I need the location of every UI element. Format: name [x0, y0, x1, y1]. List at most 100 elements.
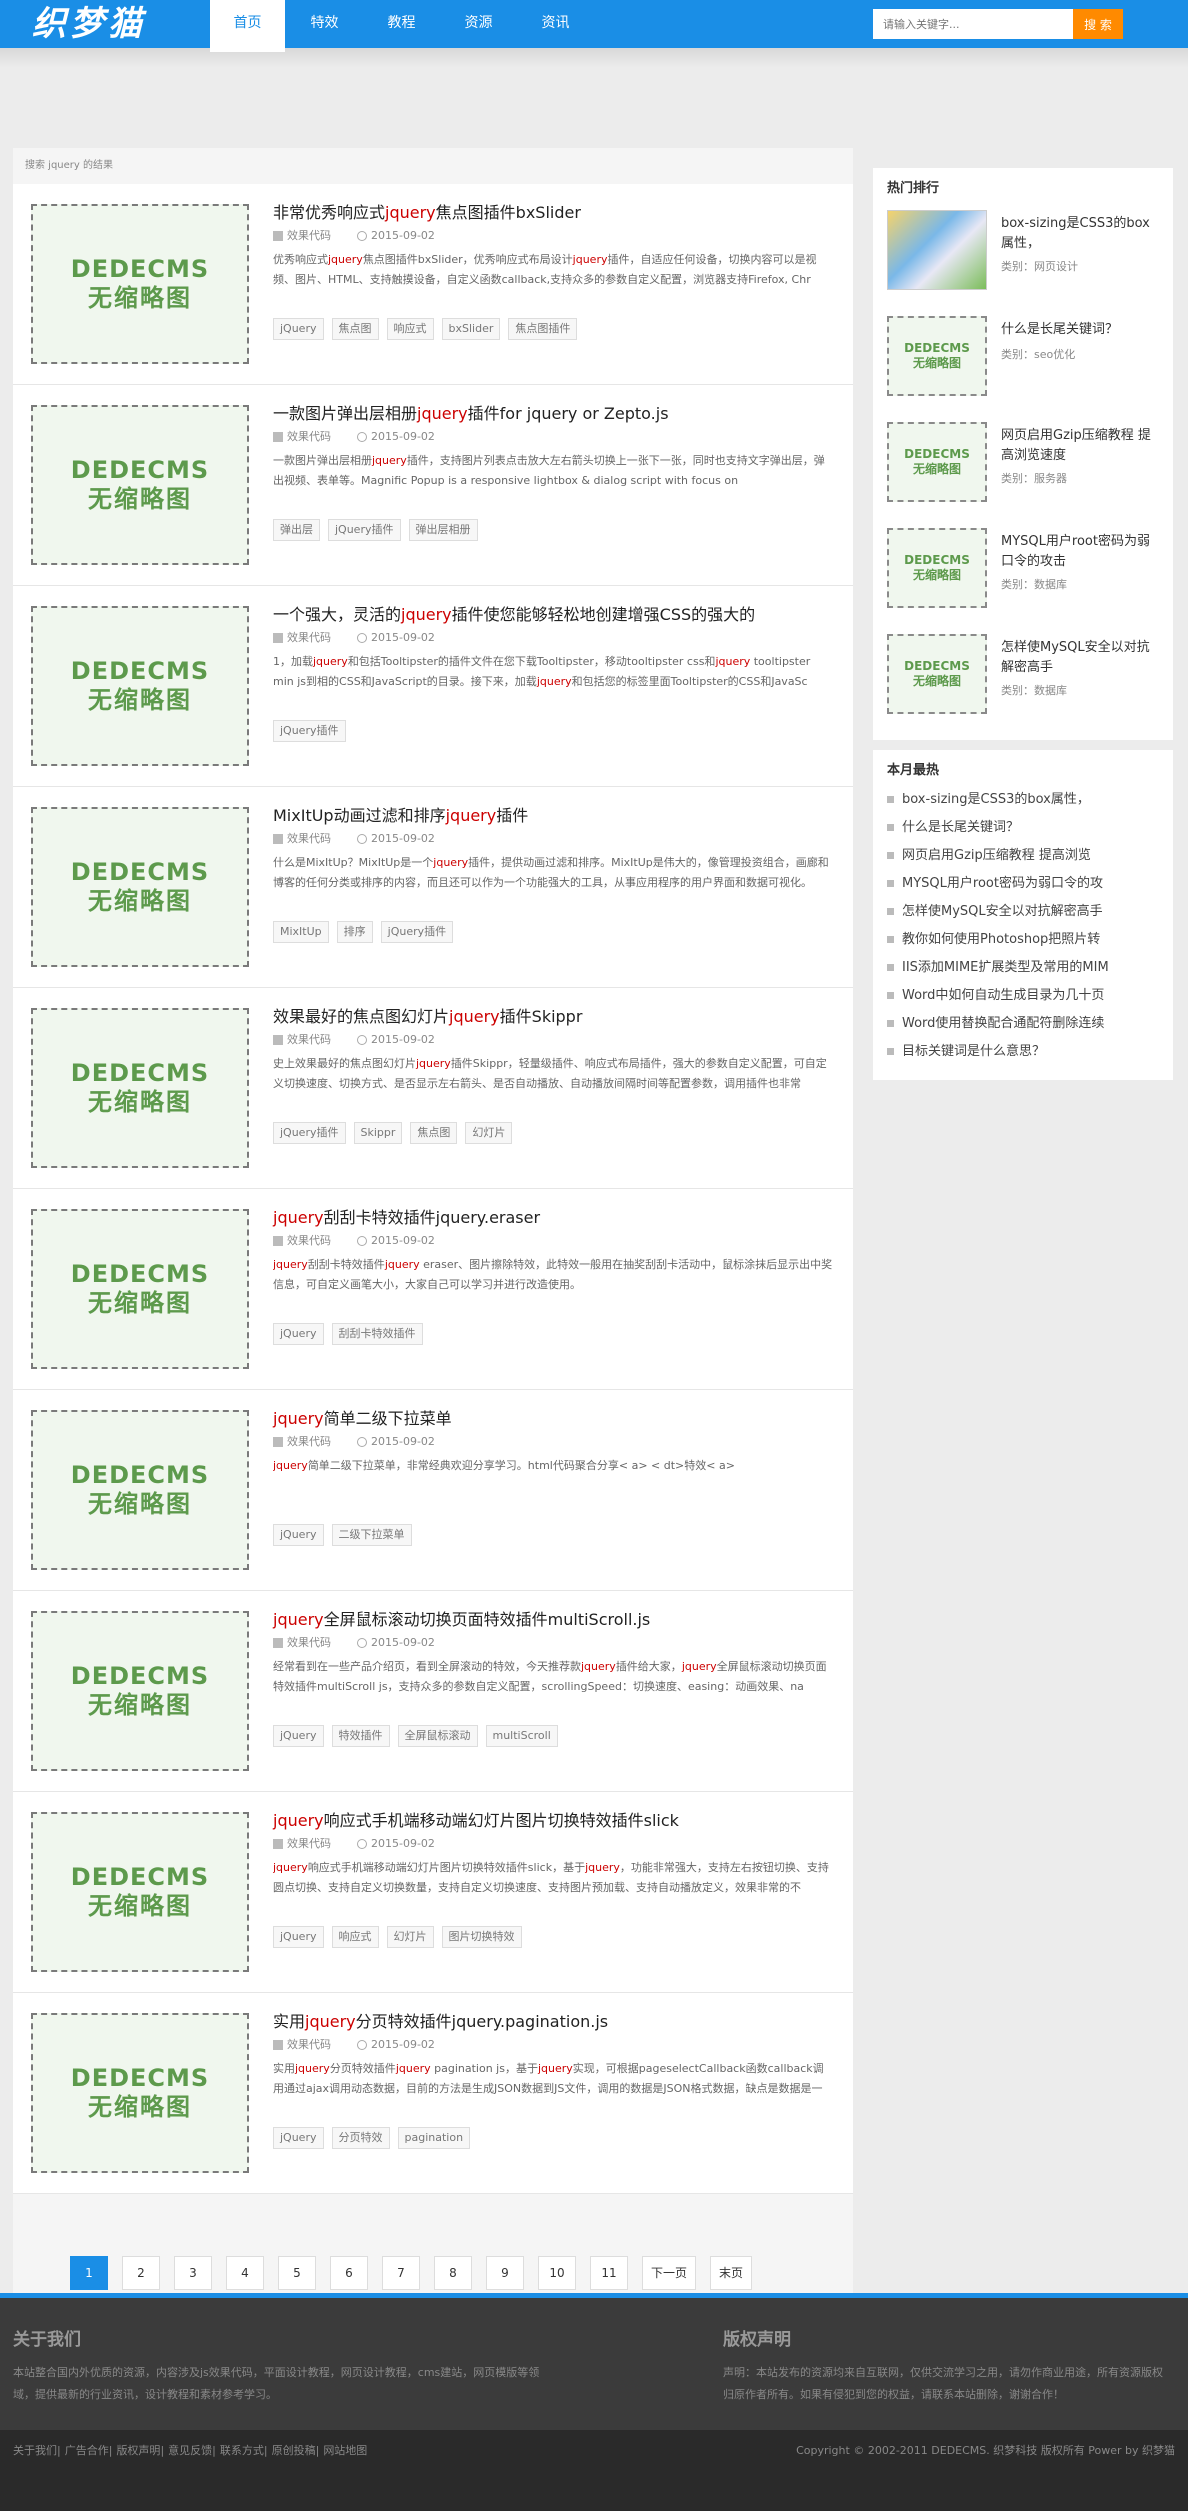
tag-link[interactable]: jQuery插件 [273, 720, 346, 742]
month-hot-item[interactable]: 教你如何使用Photoshop把照片转 [887, 926, 1159, 954]
tag-link[interactable]: jQuery [273, 1926, 324, 1948]
item-title[interactable]: jquery全屏鼠标滚动切换页面特效插件multiScroll.js [273, 1610, 650, 1629]
thumbnail-placeholder[interactable]: DEDECMS 无缩略图 [31, 1410, 249, 1570]
hot-item-title[interactable]: MYSQL用户root密码为弱口令的攻击 [1001, 532, 1161, 572]
month-hot-link[interactable]: Word中如何自动生成目录为几十页 [902, 988, 1104, 1003]
month-hot-item[interactable]: 网页启用Gzip压缩教程 提高浏览 [887, 842, 1159, 870]
item-category[interactable]: 效果代码 [287, 1033, 331, 1046]
thumbnail-placeholder[interactable]: DEDECMS 无缩略图 [31, 1008, 249, 1168]
last-page-button[interactable]: 末页 [710, 2256, 753, 2290]
month-hot-item[interactable]: 目标关键词是什么意思？ [887, 1038, 1159, 1066]
hot-thumbnail-image[interactable] [887, 210, 987, 290]
thumbnail-placeholder[interactable]: DEDECMS 无缩略图 [31, 1812, 249, 1972]
month-hot-link[interactable]: 目标关键词是什么意思？ [902, 1044, 1045, 1059]
tag-link[interactable]: jQuery [273, 2127, 324, 2149]
tag-link[interactable]: 特效插件 [331, 1725, 390, 1747]
month-hot-link[interactable]: 网页启用Gzip压缩教程 提高浏览 [902, 848, 1091, 863]
tag-link[interactable]: jQuery [273, 1323, 324, 1345]
item-category[interactable]: 效果代码 [287, 832, 331, 845]
tag-link[interactable]: 分页特效 [331, 2127, 390, 2149]
tag-link[interactable]: multiScroll [485, 1725, 558, 1747]
thumbnail-placeholder[interactable]: DEDECMS 无缩略图 [31, 807, 249, 967]
month-hot-link[interactable]: 怎样使MySQL安全以对抗解密高手 [902, 904, 1103, 919]
tag-link[interactable]: 弹出层相册 [408, 519, 478, 541]
item-category[interactable]: 效果代码 [287, 631, 331, 644]
item-category[interactable]: 效果代码 [287, 1636, 331, 1649]
item-title[interactable]: jquery响应式手机端移动端幻灯片图片切换特效插件slick [273, 1811, 679, 1830]
tag-link[interactable]: 幻灯片 [386, 1926, 434, 1948]
page-5[interactable]: 5 [278, 2256, 316, 2290]
thumbnail-placeholder[interactable]: DEDECMS 无缩略图 [887, 422, 987, 502]
hot-item[interactable]: DEDECMS 无缩略图 什么是长尾关键词？ 类别：seo优化 [873, 310, 1173, 416]
thumbnail-placeholder[interactable]: DEDECMS 无缩略图 [887, 528, 987, 608]
tag-link[interactable]: jQuery插件 [380, 921, 454, 943]
month-hot-link[interactable]: 教你如何使用Photoshop把照片转 [902, 932, 1100, 947]
nav-news[interactable]: 资讯 [518, 0, 593, 48]
month-hot-item[interactable]: 什么是长尾关键词？ [887, 814, 1159, 842]
tag-link[interactable]: 焦点图插件 [508, 318, 578, 340]
month-hot-link[interactable]: MYSQL用户root密码为弱口令的攻 [902, 876, 1103, 891]
page-8[interactable]: 8 [434, 2256, 472, 2290]
item-title[interactable]: jquery刮刮卡特效插件jquery.eraser [273, 1208, 540, 1227]
tag-link[interactable]: jQuery插件 [273, 1122, 346, 1144]
item-category[interactable]: 效果代码 [287, 1234, 331, 1247]
footer-link[interactable]: 版权声明 [116, 2444, 160, 2457]
item-category[interactable]: 效果代码 [287, 430, 331, 443]
tag-link[interactable]: 排序 [336, 921, 373, 943]
page-7[interactable]: 7 [382, 2256, 420, 2290]
thumbnail-placeholder[interactable]: DEDECMS 无缩略图 [887, 316, 987, 396]
hot-item[interactable]: DEDECMS 无缩略图 怎样使MySQL安全以对抗解密高手 类别：数据库 [873, 628, 1173, 734]
item-category[interactable]: 效果代码 [287, 1435, 331, 1448]
footer-link[interactable]: 联系方式 [220, 2444, 264, 2457]
hot-item[interactable]: DEDECMS 无缩略图 MYSQL用户root密码为弱口令的攻击 类别：数据库 [873, 522, 1173, 628]
nav-effects[interactable]: 特效 [287, 0, 362, 48]
item-title[interactable]: 一款图片弹出层相册jquery插件for jquery or Zepto.js [273, 404, 669, 423]
item-title[interactable]: 一个强大，灵活的jquery插件使您能够轻松地创建增强CSS的强大的 [273, 605, 755, 624]
page-1[interactable]: 1 [70, 2256, 108, 2290]
month-hot-item[interactable]: box-sizing是CSS3的box属性， [887, 786, 1159, 814]
tag-link[interactable]: 响应式 [386, 318, 434, 340]
tag-link[interactable]: MixItUp [273, 921, 329, 943]
thumbnail-placeholder[interactable]: DEDECMS 无缩略图 [31, 405, 249, 565]
thumbnail-placeholder[interactable]: DEDECMS 无缩略图 [31, 1209, 249, 1369]
page-11[interactable]: 11 [590, 2256, 628, 2290]
thumbnail-placeholder[interactable]: DEDECMS 无缩略图 [31, 606, 249, 766]
tag-link[interactable]: 焦点图 [331, 318, 379, 340]
item-title[interactable]: 非常优秀响应式jquery焦点图插件bxSlider [273, 203, 581, 222]
item-category[interactable]: 效果代码 [287, 1837, 331, 1850]
tag-link[interactable]: jQuery [273, 1524, 324, 1546]
item-category[interactable]: 效果代码 [287, 2038, 331, 2051]
month-hot-item[interactable]: MYSQL用户root密码为弱口令的攻 [887, 870, 1159, 898]
hot-item-title[interactable]: 网页启用Gzip压缩教程 提高浏览速度 [1001, 426, 1161, 466]
tag-link[interactable]: 幻灯片 [465, 1122, 513, 1144]
month-hot-item[interactable]: Word使用替换配合通配符删除连续 [887, 1010, 1159, 1038]
item-title[interactable]: MixItUp动画过滤和排序jquery插件 [273, 806, 528, 825]
thumbnail-placeholder[interactable]: DEDECMS 无缩略图 [31, 2013, 249, 2173]
tag-link[interactable]: 刮刮卡特效插件 [331, 1323, 423, 1345]
hot-item-title[interactable]: box-sizing是CSS3的box属性， [1001, 214, 1161, 254]
tag-link[interactable]: pagination [397, 2127, 471, 2149]
footer-link[interactable]: 意见反馈 [168, 2444, 212, 2457]
page-6[interactable]: 6 [330, 2256, 368, 2290]
item-title[interactable]: 实用jquery分页特效插件jquery.pagination.js [273, 2012, 608, 2031]
month-hot-link[interactable]: box-sizing是CSS3的box属性， [902, 792, 1090, 807]
hot-item[interactable]: box-sizing是CSS3的box属性， 类别：网页设计 [873, 204, 1173, 310]
month-hot-item[interactable]: Word中如何自动生成目录为几十页 [887, 982, 1159, 1010]
item-category[interactable]: 效果代码 [287, 229, 331, 242]
month-hot-item[interactable]: 怎样使MySQL安全以对抗解密高手 [887, 898, 1159, 926]
hot-item-title[interactable]: 怎样使MySQL安全以对抗解密高手 [1001, 638, 1161, 678]
tag-link[interactable]: 焦点图 [410, 1122, 458, 1144]
thumbnail-placeholder[interactable]: DEDECMS 无缩略图 [31, 1611, 249, 1771]
hot-item[interactable]: DEDECMS 无缩略图 网页启用Gzip压缩教程 提高浏览速度 类别：服务器 [873, 416, 1173, 522]
search-button[interactable]: 搜 索 [1073, 9, 1123, 39]
page-3[interactable]: 3 [174, 2256, 212, 2290]
month-hot-link[interactable]: IIS添加MIME扩展类型及常用的MIM [902, 960, 1109, 975]
search-input[interactable] [873, 9, 1073, 39]
tag-link[interactable]: 响应式 [331, 1926, 379, 1948]
month-hot-item[interactable]: IIS添加MIME扩展类型及常用的MIM [887, 954, 1159, 982]
next-page-button[interactable]: 下一页 [642, 2256, 697, 2290]
thumbnail-placeholder[interactable]: DEDECMS 无缩略图 [31, 204, 249, 364]
footer-link[interactable]: 广告合作 [65, 2444, 109, 2457]
item-title[interactable]: 效果最好的焦点图幻灯片jquery插件Skippr [273, 1007, 582, 1026]
tag-link[interactable]: jQuery插件 [328, 519, 401, 541]
